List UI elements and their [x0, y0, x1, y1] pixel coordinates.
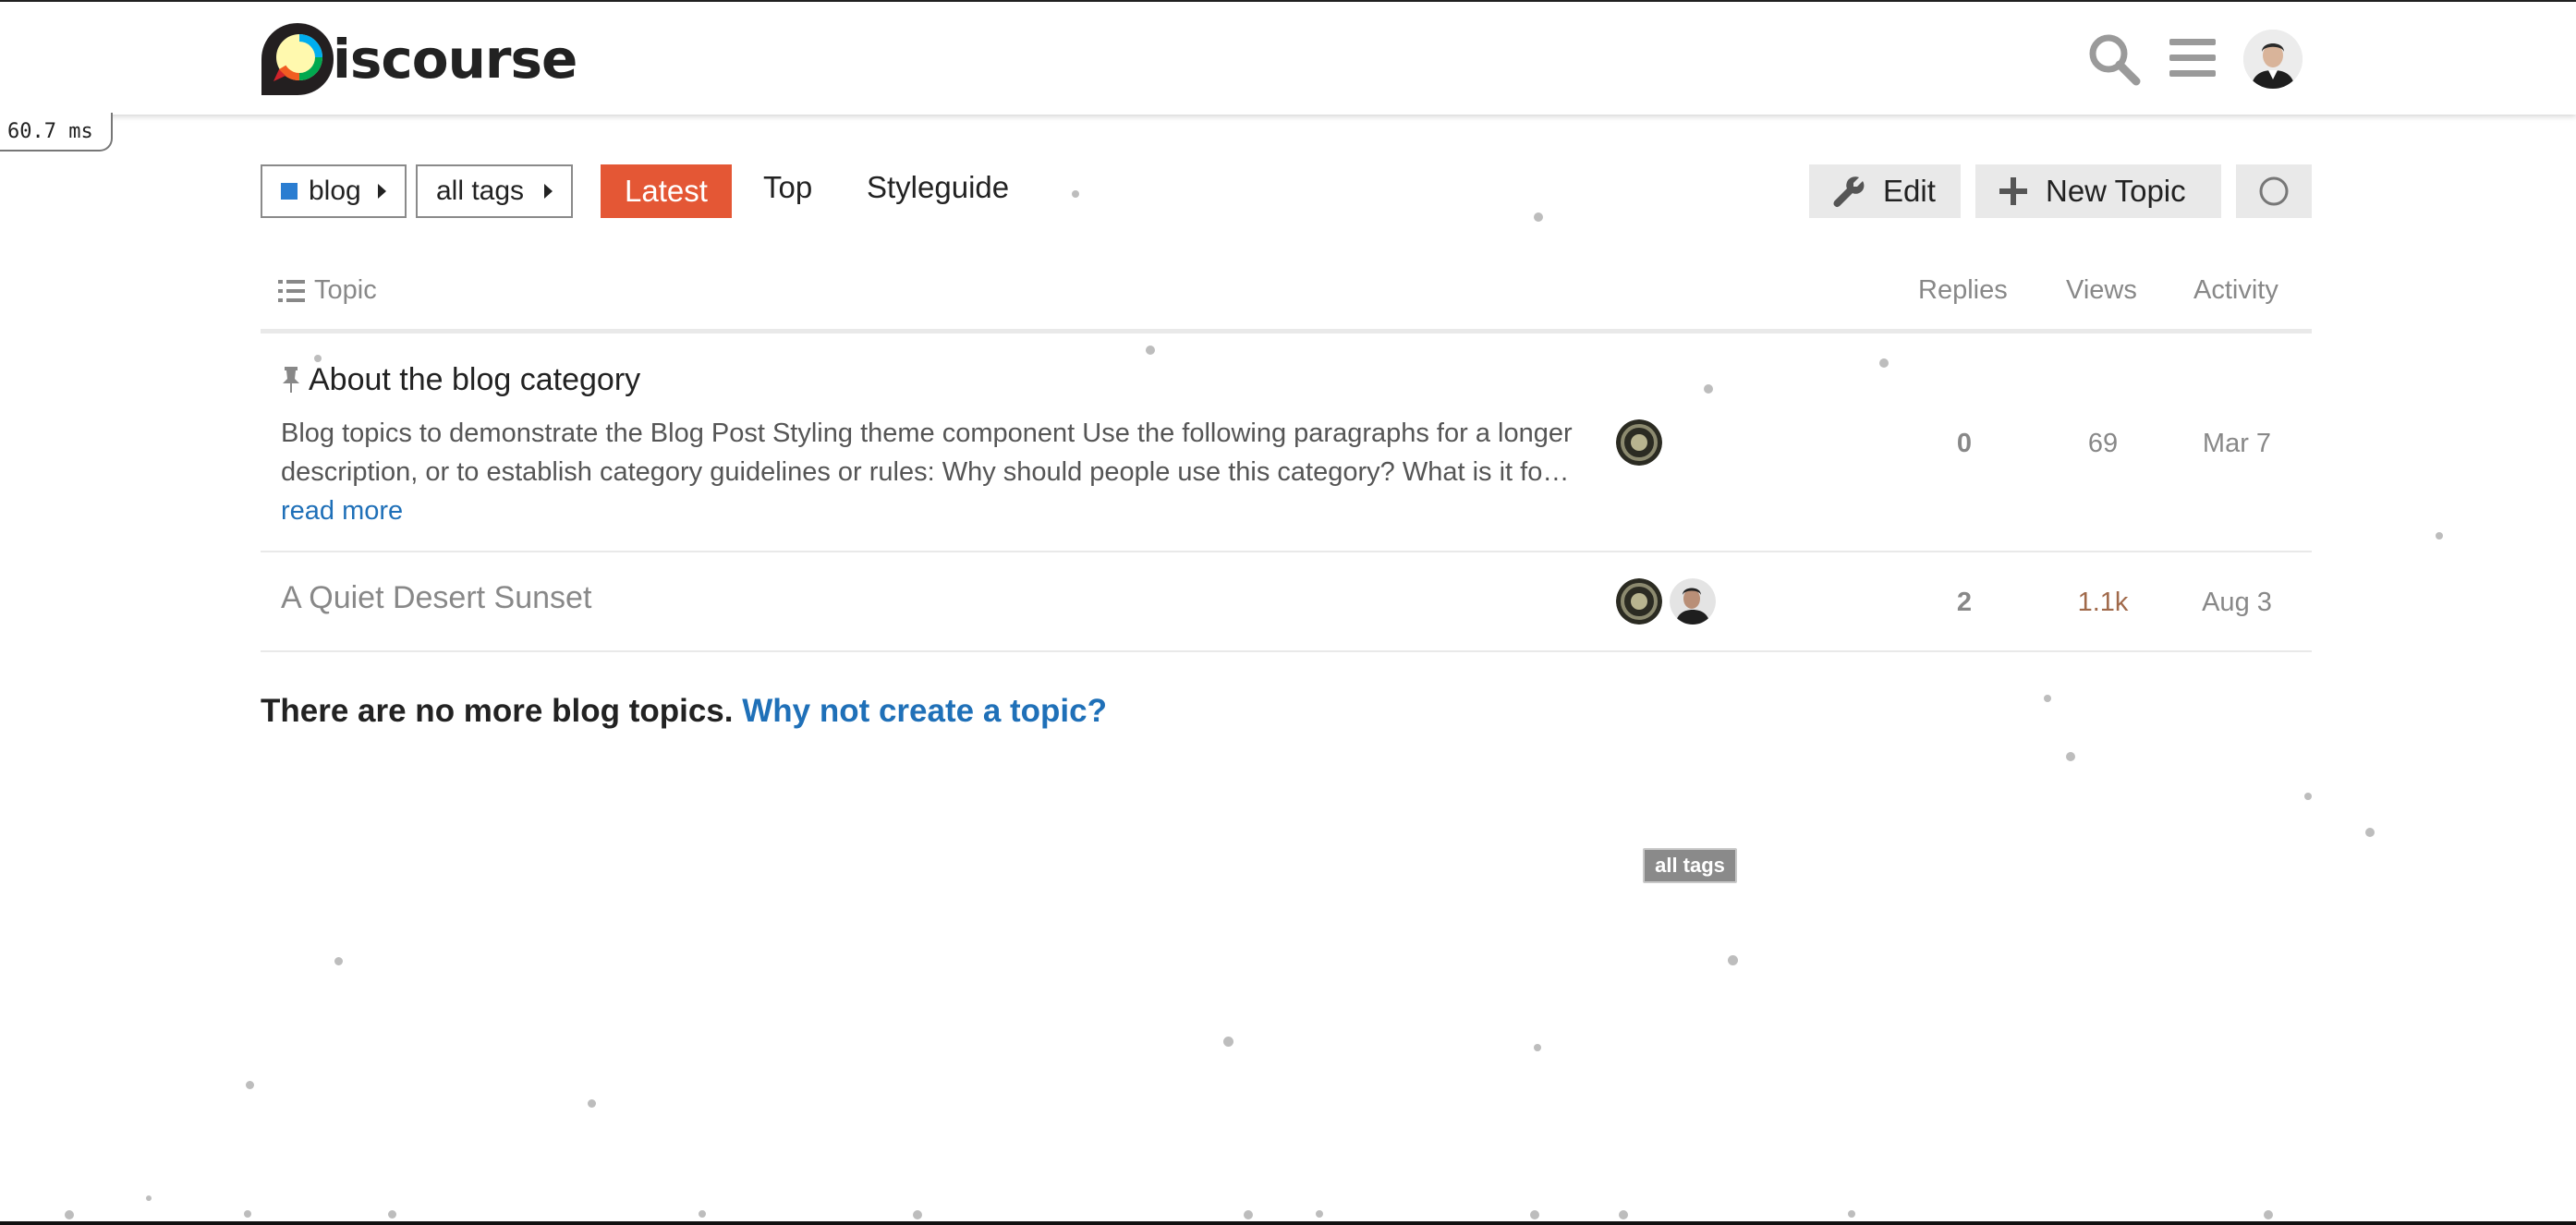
column-header-views[interactable]: Views: [2066, 275, 2137, 306]
decorative-dot: [334, 957, 343, 965]
tab-top[interactable]: Top: [763, 170, 812, 205]
pin-icon: [283, 367, 299, 393]
edit-category-button[interactable]: Edit: [1809, 164, 1961, 218]
window-bottom-border: [0, 1221, 2576, 1225]
circle-notification-icon: [2259, 176, 2289, 206]
no-more-topics-text: There are no more blog topics.: [261, 693, 734, 729]
decorative-dot: [2365, 828, 2375, 837]
discourse-logo[interactable]: iscourse: [259, 20, 577, 98]
category-color-swatch: [281, 183, 298, 200]
list-icon: [278, 279, 305, 302]
decorative-dot: [246, 1081, 254, 1089]
no-more-topics-message: There are no more blog topics. Why not c…: [261, 693, 1107, 730]
wrench-icon: [1833, 176, 1865, 208]
decorative-dot: [1316, 1210, 1323, 1218]
decorative-dot: [2304, 793, 2312, 800]
decorative-dot: [2066, 752, 2075, 761]
poster-avatar-icon: [1616, 419, 1662, 466]
decorative-dot: [1244, 1210, 1253, 1219]
decorative-dot: [314, 355, 322, 362]
table-header-divider: [261, 329, 2312, 334]
caret-right-icon: [378, 184, 386, 199]
tags-breadcrumb-dropdown[interactable]: all tags: [416, 164, 573, 218]
column-header-replies[interactable]: Replies: [1918, 275, 2008, 306]
create-topic-link[interactable]: Why not create a topic?: [742, 693, 1107, 729]
decorative-dot: [388, 1210, 396, 1219]
replies-count: 2: [1956, 588, 1973, 617]
tab-styleguide[interactable]: Styleguide: [867, 170, 1009, 205]
decorative-dot: [1848, 1210, 1855, 1218]
poster-avatar[interactable]: [1616, 419, 1662, 466]
topic-excerpt-text: Blog topics to demonstrate the Blog Post…: [281, 418, 1573, 487]
new-topic-button-label: New Topic: [2046, 174, 2186, 208]
replies-count: 0: [1956, 429, 1973, 458]
edit-button-label: Edit: [1883, 174, 1936, 208]
decorative-dot: [65, 1210, 74, 1219]
tags-breadcrumb-label: all tags: [436, 176, 525, 206]
column-header-activity[interactable]: Activity: [2193, 275, 2278, 306]
decorative-dot: [2264, 1210, 2273, 1219]
decorative-dot: [1704, 384, 1713, 394]
hamburger-menu-icon[interactable]: [2168, 35, 2218, 81]
poster-avatar-icon: [1670, 578, 1716, 625]
decorative-dot: [913, 1210, 922, 1219]
topic-title-link[interactable]: A Quiet Desert Sunset: [281, 580, 591, 616]
decorative-dot: [699, 1210, 706, 1218]
poster-avatar-icon: [1616, 578, 1662, 625]
decorative-dot: [1530, 1210, 1539, 1219]
decorative-dot: [1146, 346, 1155, 355]
tab-latest[interactable]: Latest: [601, 164, 732, 218]
poster-avatar[interactable]: [1616, 578, 1662, 625]
decorative-dot: [1534, 1044, 1541, 1051]
performance-timer-badge[interactable]: 60.7 ms: [0, 113, 113, 152]
topic-title-link[interactable]: About the blog category: [309, 362, 640, 398]
decorative-dot: [1619, 1210, 1628, 1219]
topic-excerpt: Blog topics to demonstrate the Blog Post…: [281, 414, 1574, 530]
user-avatar-icon: [2243, 30, 2303, 89]
decorative-dot: [146, 1195, 152, 1201]
read-more-link[interactable]: read more: [281, 496, 403, 526]
caret-right-icon: [544, 184, 553, 199]
notifications-level-button[interactable]: [2236, 164, 2312, 218]
category-breadcrumb-dropdown[interactable]: blog: [261, 164, 407, 218]
decorative-dot: [588, 1099, 596, 1108]
decorative-dot: [1223, 1037, 1233, 1047]
views-count: 1.1k: [2077, 588, 2129, 617]
row-divider: [261, 650, 2312, 652]
site-header: iscourse: [0, 2, 2576, 115]
decorative-dot: [1534, 212, 1543, 222]
decorative-dot: [2436, 532, 2443, 540]
discourse-logo-icon: [261, 23, 334, 95]
decorative-dot: [1879, 358, 1889, 368]
plus-icon: [1999, 177, 2027, 205]
decorative-dot: [1728, 955, 1738, 965]
views-count: 69: [2087, 429, 2119, 458]
column-header-topic-label: Topic: [314, 275, 377, 305]
column-header-topic[interactable]: Topic: [277, 275, 377, 306]
activity-date[interactable]: Aug 3: [2186, 588, 2288, 618]
logo-wordmark: iscourse: [333, 28, 577, 91]
decorative-dot: [1072, 190, 1079, 198]
search-icon[interactable]: [2086, 31, 2142, 87]
row-divider: [261, 551, 2312, 552]
decorative-dot: [244, 1210, 251, 1218]
category-breadcrumb-label: blog: [309, 176, 361, 206]
poster-avatar[interactable]: [1670, 578, 1716, 625]
new-topic-button[interactable]: New Topic: [1975, 164, 2221, 218]
current-user-avatar[interactable]: [2243, 30, 2303, 89]
decorative-dot: [2044, 695, 2051, 702]
activity-date[interactable]: Mar 7: [2186, 429, 2288, 459]
tooltip: all tags: [1643, 848, 1737, 883]
